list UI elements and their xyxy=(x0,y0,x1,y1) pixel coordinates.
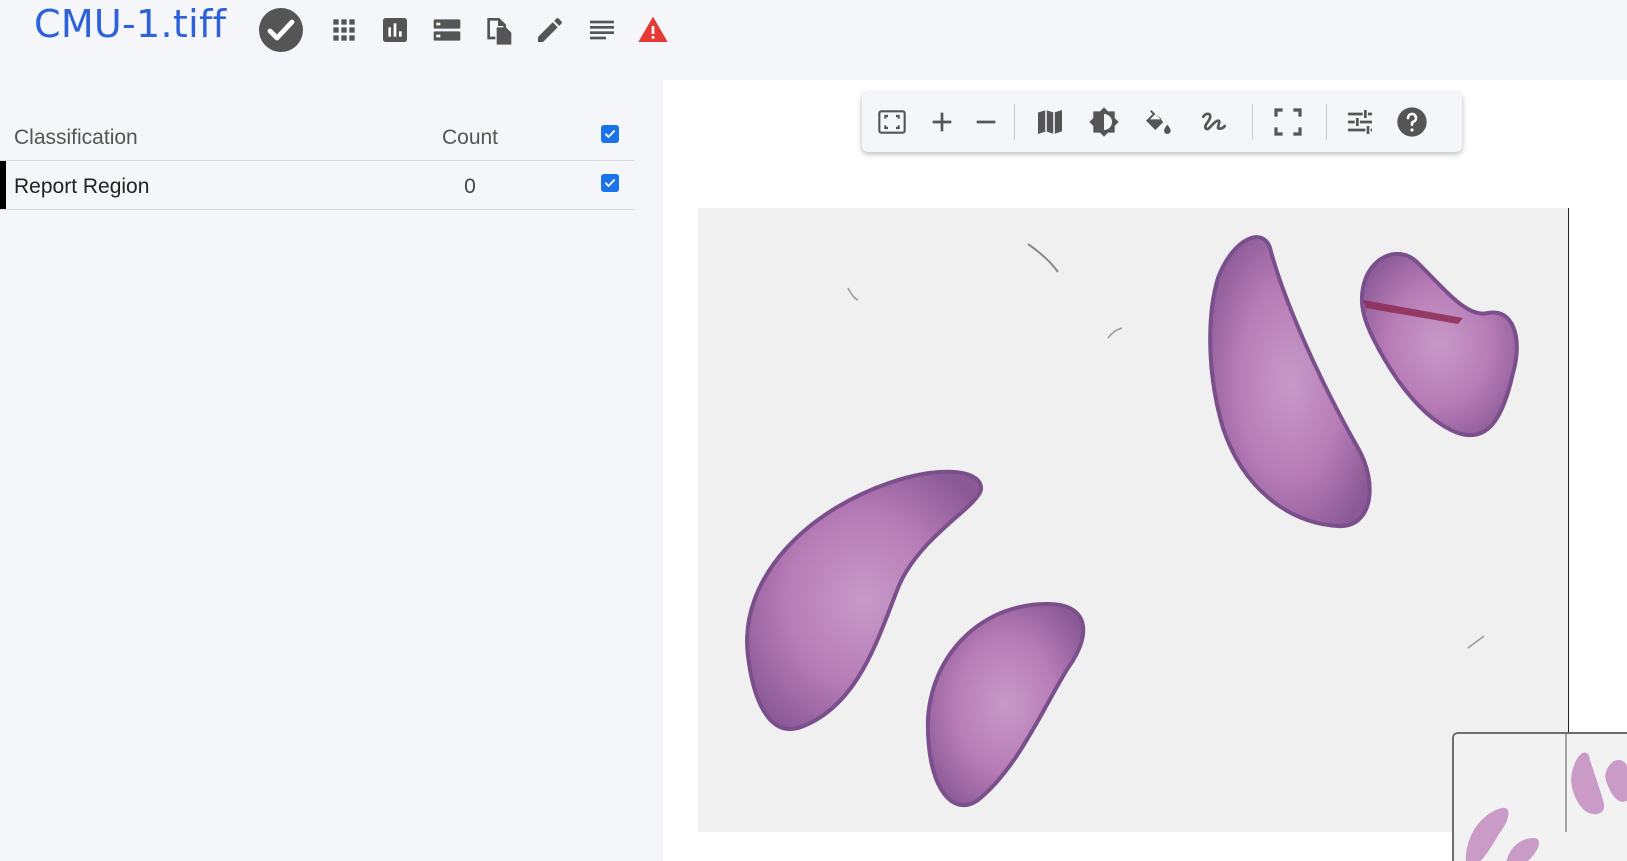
classification-count: 0 xyxy=(464,175,476,198)
count-header: Count xyxy=(441,126,499,149)
slide-minimap[interactable] xyxy=(1452,732,1627,861)
fullscreen-icon[interactable] xyxy=(1272,106,1304,138)
bar-chart-icon[interactable] xyxy=(379,14,411,46)
slide-viewer[interactable] xyxy=(663,80,1627,861)
copy-icon[interactable] xyxy=(482,14,514,46)
draw-icon[interactable] xyxy=(1198,106,1230,138)
select-all-checkbox[interactable] xyxy=(601,125,619,143)
notes-icon[interactable] xyxy=(586,14,618,46)
classification-header: Classification xyxy=(14,126,138,149)
table-header-row: Classification Count xyxy=(0,112,634,161)
pencil-icon[interactable] xyxy=(534,14,566,46)
brightness-icon[interactable] xyxy=(1088,106,1120,138)
map-icon[interactable] xyxy=(1034,106,1066,138)
classification-panel: Classification Count Report Region 0 xyxy=(0,62,640,861)
toolbar-divider xyxy=(1326,104,1327,140)
toolbar-divider xyxy=(1014,104,1015,140)
fill-color-icon[interactable] xyxy=(1142,106,1174,138)
adjust-icon[interactable] xyxy=(1344,106,1376,138)
help-icon[interactable] xyxy=(1396,106,1428,138)
storage-icon[interactable] xyxy=(431,14,463,46)
toolbar-divider xyxy=(1252,104,1253,140)
classification-table: Classification Count Report Region 0 xyxy=(0,112,634,210)
zoom-out-icon[interactable] xyxy=(970,106,1002,138)
classification-name: Report Region xyxy=(14,175,150,198)
class-color-swatch xyxy=(0,161,6,209)
viewer-toolbar xyxy=(862,92,1462,152)
fit-to-screen-icon[interactable] xyxy=(876,106,908,138)
check-circle-icon[interactable] xyxy=(257,6,305,54)
page-title: CMU-1.tiff xyxy=(34,2,227,46)
table-row[interactable]: Report Region 0 xyxy=(0,161,634,210)
warning-icon[interactable] xyxy=(637,14,669,46)
slide-image[interactable] xyxy=(698,208,1569,832)
row-visibility-checkbox[interactable] xyxy=(601,174,619,192)
header: CMU-1.tiff xyxy=(0,0,1627,62)
grid-icon[interactable] xyxy=(328,14,360,46)
zoom-in-icon[interactable] xyxy=(926,106,958,138)
